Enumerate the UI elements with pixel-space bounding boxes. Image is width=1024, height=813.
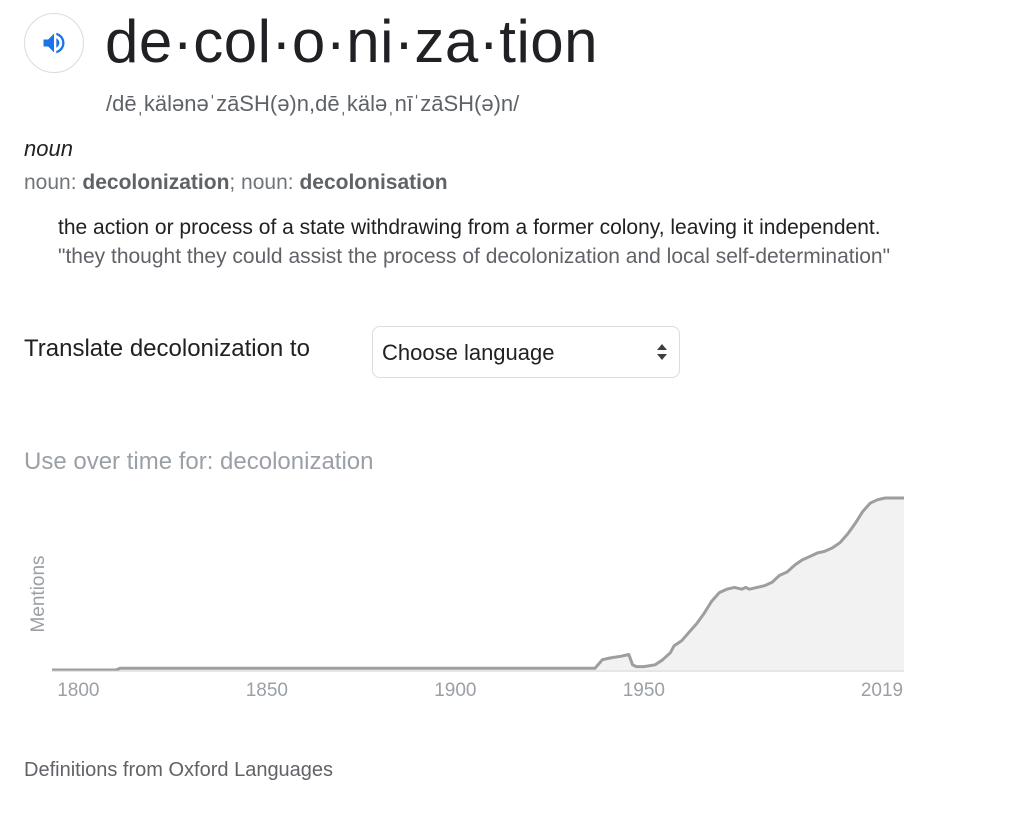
language-select[interactable]: Choose language [372,326,680,378]
definition-text: the action or process of a state withdra… [58,216,881,239]
usage-title: Use over time for: decolonization [24,448,374,475]
x-tick-label: 2019 [861,680,903,701]
x-tick-label: 1800 [57,680,99,701]
part-of-speech: noun [24,136,73,161]
language-select-value: Choose language [382,340,555,365]
dictionary-card: de·col·o·ni·za·tion /dēˌkälənəˈzāSH(ə)n,… [0,0,1024,813]
translate-label: Translate decolonization to [24,335,310,362]
phonetic-spelling: /dēˌkälənəˈzāSH(ə)n,dēˌkäləˌnīˈzāSH(ə)n/ [106,91,520,116]
x-tick-label: 1900 [434,680,476,701]
speaker-icon [43,32,65,54]
forms-prefix: noun: [24,171,83,194]
example-sentence: "they thought they could assist the proc… [58,245,891,268]
usage-area-fill [52,498,904,670]
x-tick-label: 1850 [246,680,288,701]
source-attribution: Definitions from Oxford Languages [24,759,334,781]
updown-arrows-icon [657,344,667,360]
headword: de·col·o·ni·za·tion [105,8,599,75]
usage-chart: Mentions 1800 1850 1900 1950 2019 [28,496,904,701]
forms-separator: ; noun: [229,171,300,194]
word-forms: noun: decolonization; noun: decolonisati… [24,169,448,197]
y-axis-label: Mentions [28,555,49,632]
listen-button[interactable] [24,13,84,73]
form-american: decolonization [82,171,230,194]
x-tick-label: 1950 [623,680,665,701]
x-axis-ticks: 1800 1850 1900 1950 2019 [57,680,903,701]
form-british: decolonisation [299,171,448,194]
